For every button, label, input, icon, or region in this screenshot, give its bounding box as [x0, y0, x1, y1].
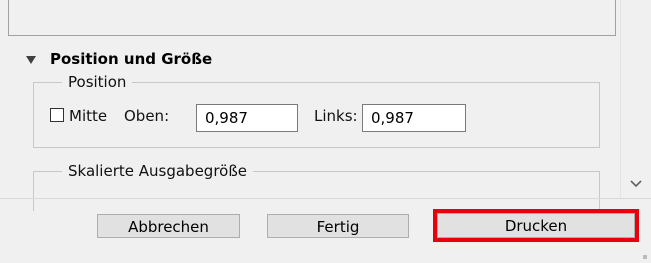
- left-input[interactable]: 0,987: [362, 104, 466, 132]
- position-group-legend: Position: [62, 73, 133, 91]
- vertical-scrollbar[interactable]: [620, 0, 651, 198]
- top-label: Oben:: [124, 107, 170, 125]
- center-checkbox[interactable]: [50, 108, 64, 122]
- cancel-button[interactable]: Abbrechen: [97, 214, 240, 238]
- left-label: Links:: [314, 107, 358, 125]
- scroll-down-button[interactable]: [621, 174, 651, 194]
- top-input[interactable]: 0,987: [196, 104, 298, 132]
- print-settings-dialog: Position und Größe Position Mitte Oben: …: [0, 0, 651, 263]
- section-header-position-size[interactable]: Position und Größe: [26, 50, 212, 68]
- done-button[interactable]: Fertig: [267, 214, 409, 238]
- print-button-highlight: [433, 209, 639, 242]
- section-title: Position und Größe: [50, 50, 213, 68]
- center-checkbox-label[interactable]: Mitte: [69, 107, 107, 125]
- footer-divider: [0, 198, 651, 199]
- scaled-output-size-groupbox: Skalierte Ausgabegröße: [33, 162, 600, 211]
- chevron-down-icon: [630, 180, 642, 188]
- resize-grip[interactable]: [643, 255, 647, 259]
- previous-section-panel: [8, 0, 616, 36]
- triangle-down-icon[interactable]: [26, 56, 36, 64]
- scaled-output-size-legend: Skalierte Ausgabegröße: [62, 162, 254, 180]
